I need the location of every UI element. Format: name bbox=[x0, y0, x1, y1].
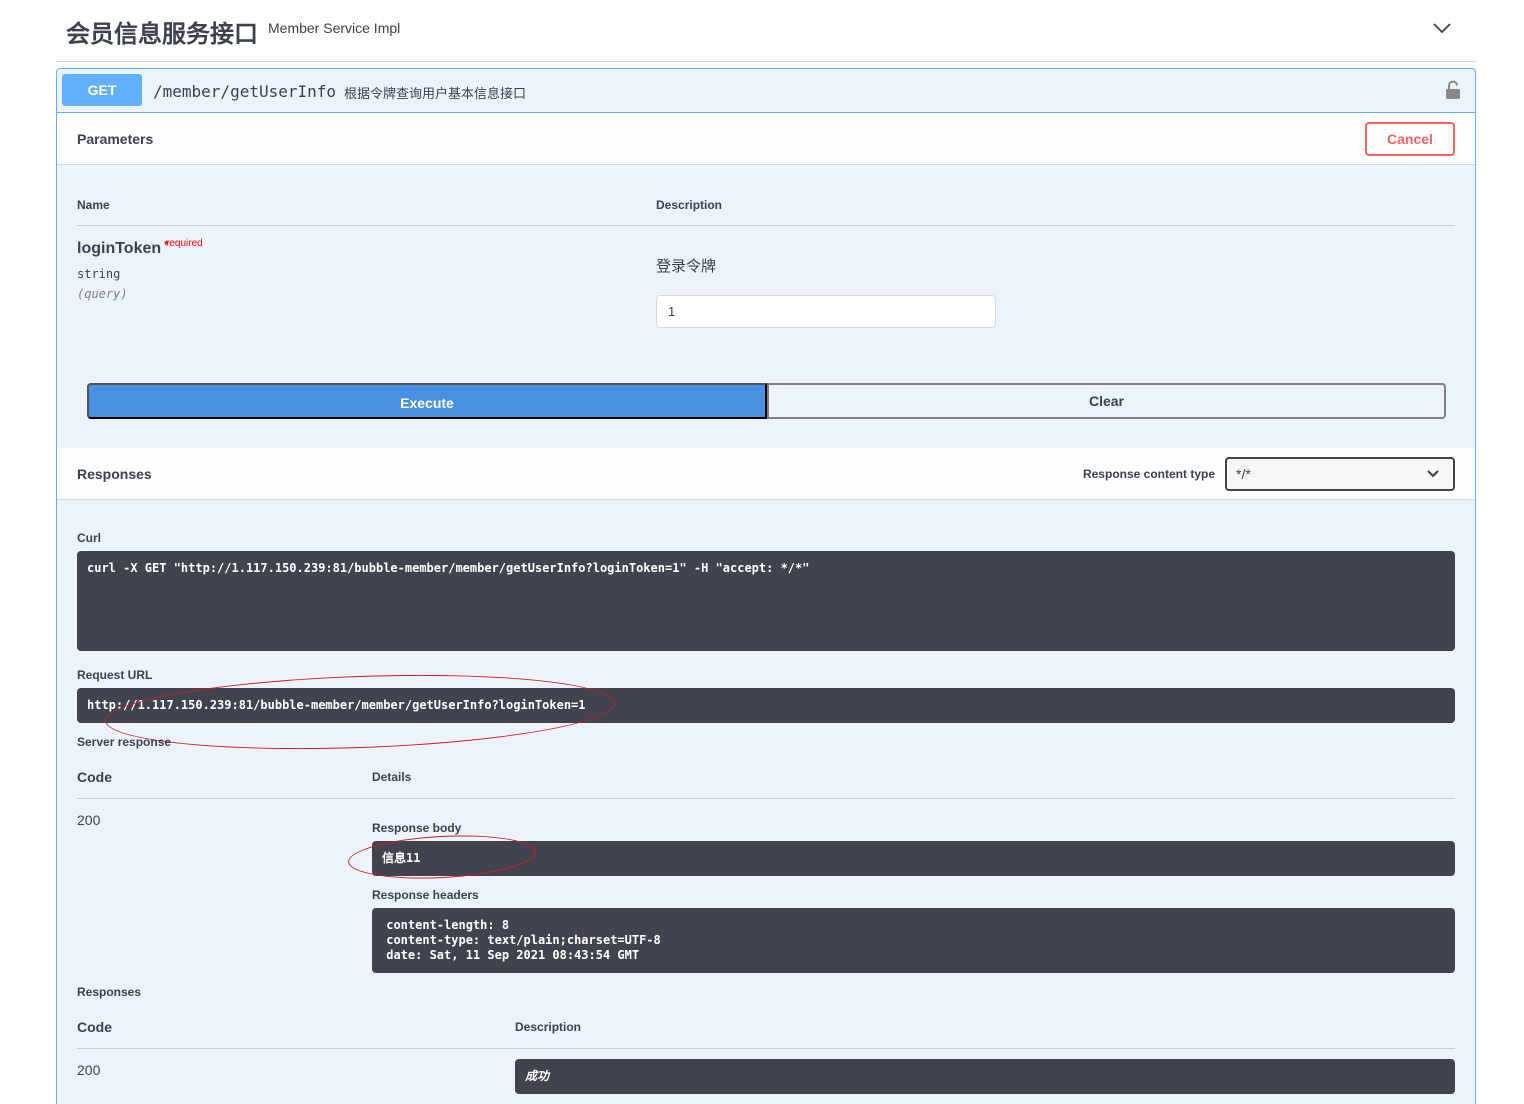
lock-icon[interactable] bbox=[1445, 80, 1461, 100]
param-description: 登录令牌 bbox=[656, 258, 717, 275]
response-code: 200 bbox=[77, 812, 101, 828]
execute-button[interactable]: Execute bbox=[87, 383, 767, 419]
chevron-down-icon bbox=[1427, 470, 1439, 478]
response-content-type-label: Response content type bbox=[1082, 467, 1215, 481]
response-content-type-select[interactable]: */* bbox=[1225, 457, 1455, 491]
responses-label: Responses bbox=[77, 985, 142, 999]
parameters-header: Parameters Cancel bbox=[57, 113, 1475, 165]
divider bbox=[77, 798, 1455, 799]
operation-summary-text: 根据令牌查询用户基本信息接口 bbox=[344, 86, 527, 101]
curl-label: Curl bbox=[77, 531, 101, 545]
divider bbox=[77, 225, 1455, 226]
required-label: required bbox=[166, 238, 203, 249]
tag-description: Member Service Impl bbox=[268, 20, 401, 36]
code-column-header: Code bbox=[77, 769, 112, 785]
curl-box[interactable]: curl -X GET "http://1.117.150.239:81/bub… bbox=[77, 551, 1455, 651]
documented-response-description: 成功 bbox=[515, 1059, 1455, 1094]
details-column-header: Details bbox=[372, 770, 412, 784]
cancel-button[interactable]: Cancel bbox=[1365, 122, 1455, 156]
responses-header: Responses Response content type */* bbox=[57, 448, 1475, 500]
responses-title: Responses bbox=[77, 466, 152, 482]
annotation-ellipse bbox=[103, 667, 617, 757]
operation-block: GET /member/getUserInfo 根据令牌查询用户基本信息接口 P… bbox=[56, 68, 1476, 1104]
param-in: (query) bbox=[77, 287, 128, 301]
tag-title: 会员信息服务接口 bbox=[66, 21, 258, 48]
param-name: loginToken * bbox=[77, 238, 169, 258]
request-url-label: Request URL bbox=[77, 668, 153, 682]
tag-header[interactable]: 会员信息服务接口 Member Service Impl bbox=[56, 0, 1476, 62]
param-type: string bbox=[77, 267, 121, 281]
code-column-header: Code bbox=[77, 1019, 112, 1035]
response-content-type-value: */* bbox=[1236, 466, 1251, 482]
chevron-down-icon[interactable] bbox=[1432, 18, 1452, 38]
clear-button[interactable]: Clear bbox=[767, 383, 1446, 419]
documented-response-code: 200 bbox=[77, 1062, 101, 1078]
response-headers-label: Response headers bbox=[372, 888, 479, 902]
response-body-box[interactable]: 信息11 bbox=[372, 841, 1455, 876]
description-column-header: Description bbox=[515, 1020, 582, 1034]
response-body-label: Response body bbox=[372, 821, 462, 835]
divider bbox=[77, 1048, 1455, 1049]
column-description: Description bbox=[656, 198, 723, 212]
column-name: Name bbox=[77, 198, 110, 212]
server-response-label: Server response bbox=[77, 735, 172, 749]
operation-path: /member/getUserInfo bbox=[153, 82, 337, 101]
response-headers-box[interactable]: content-length: 8 content-type: text/pla… bbox=[372, 908, 1455, 973]
parameters-title: Parameters bbox=[77, 131, 154, 147]
method-badge: GET bbox=[62, 74, 142, 106]
operation-summary[interactable]: GET /member/getUserInfo 根据令牌查询用户基本信息接口 bbox=[57, 69, 1475, 113]
login-token-input[interactable]: 1 bbox=[656, 295, 996, 328]
param-name-text: loginToken bbox=[77, 240, 162, 257]
